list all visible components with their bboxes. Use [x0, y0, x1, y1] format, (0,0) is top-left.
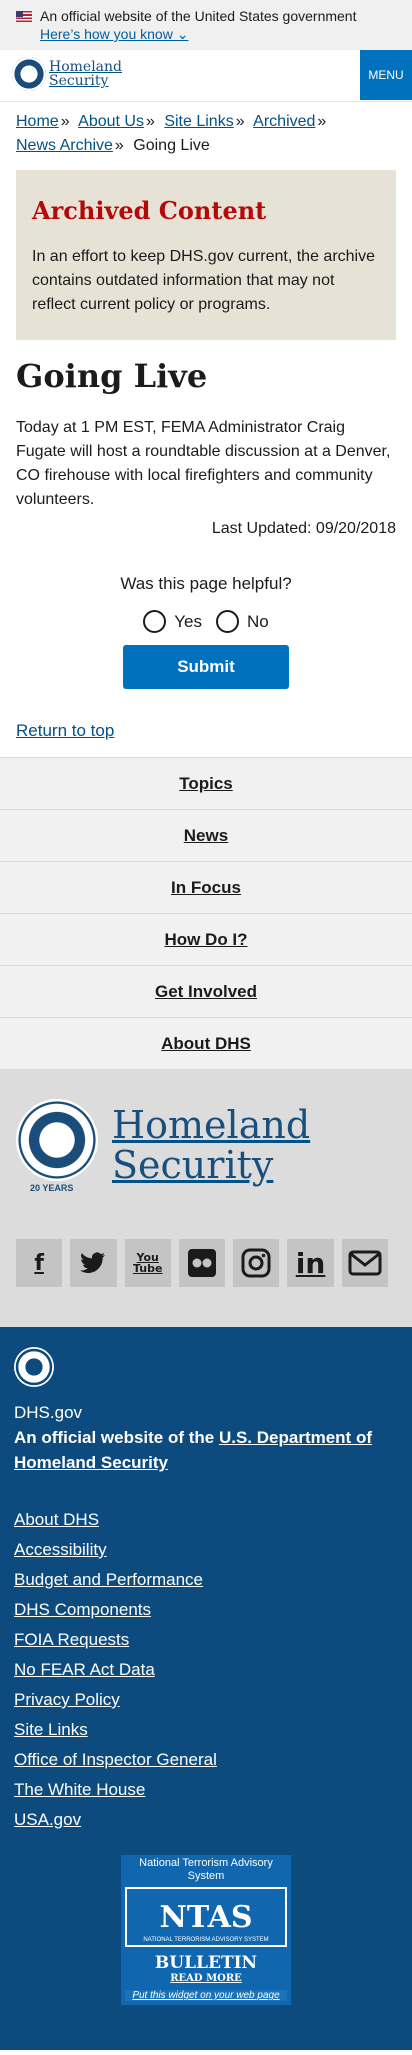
footer-link-foia[interactable]: FOIA Requests — [14, 1625, 398, 1655]
yes-label[interactable]: Yes — [174, 612, 202, 632]
how-you-know-link[interactable]: Here’s how you know ⌄ — [40, 26, 188, 42]
no-radio[interactable] — [216, 610, 239, 633]
footer-link-no-fear[interactable]: No FEAR Act Data — [14, 1655, 398, 1685]
us-flag-icon — [16, 10, 32, 22]
footer-nav: Topics News In Focus How Do I? Get Invol… — [0, 757, 412, 1069]
social-links: f You Tube in — [16, 1239, 396, 1287]
breadcrumb-sep: » — [114, 137, 124, 154]
site-footer: DHS.gov An official website of the U.S. … — [0, 1327, 412, 2050]
seal-years: 20 YEARS — [30, 1183, 74, 1193]
footer-nav-news[interactable]: News — [0, 809, 412, 861]
submit-button[interactable]: Submit — [123, 645, 289, 689]
footer-logo-line1: Homeland — [112, 1103, 311, 1147]
archived-text: In an effort to keep DHS.gov current, th… — [32, 248, 375, 313]
ntas-widget-link[interactable]: Put this widget on your web page — [125, 1990, 287, 2001]
breadcrumb-sep: » — [145, 113, 155, 130]
return-to-top-link[interactable]: Return to top — [16, 721, 396, 741]
instagram-icon[interactable] — [233, 1239, 280, 1287]
logo-line2: Security — [49, 73, 109, 89]
gov-banner-text: An official website of the United States… — [40, 8, 357, 24]
article-body: Today at 1 PM EST, FEMA Administrator Cr… — [16, 419, 391, 508]
footer-nav-how-do-i[interactable]: How Do I? — [0, 913, 412, 965]
feedback-question: Was this page helpful? — [120, 574, 292, 593]
ntas-widget[interactable]: National Terrorism Advisory System NTAS … — [121, 1855, 291, 2005]
ntas-badge-sub: NATIONAL TERRORISM ADVISORY SYSTEM — [143, 1937, 269, 1943]
footer-logo-line2: Security — [112, 1143, 274, 1187]
breadcrumb-sep: » — [60, 113, 70, 130]
footer-link-usa-gov[interactable]: USA.gov — [14, 1805, 398, 1835]
footer-dhs-logo[interactable]: 20 YEARS Homeland Security — [16, 1099, 396, 1193]
footer-link-site-links[interactable]: Site Links — [14, 1715, 398, 1745]
dhs-seal-icon — [14, 1347, 54, 1387]
yes-radio[interactable] — [143, 610, 167, 633]
gov-banner: An official website of the United States… — [0, 0, 412, 50]
twitter-icon[interactable] — [70, 1239, 117, 1287]
breadcrumb-about-us[interactable]: About Us — [78, 113, 144, 130]
footer-nav-get-involved[interactable]: Get Involved — [0, 965, 412, 1017]
breadcrumb-site-links[interactable]: Site Links — [164, 113, 233, 130]
footer-official-text: An official website of the U.S. Departme… — [14, 1428, 372, 1472]
footer-links: About DHS Accessibility Budget and Perfo… — [14, 1505, 398, 1835]
flickr-icon[interactable] — [178, 1239, 226, 1287]
footer-link-about-dhs[interactable]: About DHS — [14, 1505, 398, 1535]
footer-link-oig[interactable]: Office of Inspector General — [14, 1745, 398, 1775]
footer-nav-about-dhs[interactable]: About DHS — [0, 1017, 412, 1069]
site-header: Homeland Security MENU — [0, 50, 412, 102]
footer-link-budget[interactable]: Budget and Performance — [14, 1565, 398, 1595]
dhs-seal-icon — [12, 57, 46, 91]
footer-logo-area: 20 YEARS Homeland Security f You Tube in — [0, 1069, 412, 1327]
breadcrumb-news-archive[interactable]: News Archive — [16, 137, 113, 154]
footer-link-privacy[interactable]: Privacy Policy — [14, 1685, 398, 1715]
breadcrumb-sep: » — [317, 113, 327, 130]
ntas-read-more[interactable]: READ MORE — [125, 1973, 287, 1984]
footer-link-white-house[interactable]: The White House — [14, 1775, 398, 1805]
last-updated: Last Updated: 09/20/2018 — [211, 520, 396, 537]
footer-link-components[interactable]: DHS Components — [14, 1595, 398, 1625]
footer-nav-topics[interactable]: Topics — [0, 757, 412, 809]
footer-site-name: DHS.gov — [14, 1403, 83, 1422]
footer-link-accessibility[interactable]: Accessibility — [14, 1535, 398, 1565]
breadcrumb-home[interactable]: Home — [16, 113, 59, 130]
archived-title: Archived Content — [32, 196, 267, 225]
ntas-bulletin: BULLETIN — [154, 1953, 258, 1973]
linkedin-icon[interactable]: in — [287, 1239, 334, 1287]
email-icon[interactable] — [341, 1239, 388, 1287]
archived-content-notice: Archived Content In an effort to keep DH… — [16, 170, 396, 340]
dhs-logo[interactable]: Homeland Security — [12, 57, 122, 91]
breadcrumb-current: Going Live — [133, 137, 210, 154]
feedback-form: Was this page helpful? Yes No Submit — [0, 574, 412, 689]
menu-button[interactable]: MENU — [360, 50, 412, 100]
no-label[interactable]: No — [247, 612, 269, 632]
ntas-title: National Terrorism Advisory System — [139, 1857, 273, 1882]
facebook-icon[interactable]: f — [16, 1239, 63, 1287]
ntas-badge: NTAS NATIONAL TERRORISM ADVISORY SYSTEM — [125, 1887, 287, 1947]
breadcrumb-sep: » — [235, 113, 245, 130]
breadcrumb-archived[interactable]: Archived — [253, 113, 315, 130]
footer-nav-in-focus[interactable]: In Focus — [0, 861, 412, 913]
youtube-icon[interactable]: You Tube — [124, 1239, 171, 1287]
page-title: Going Live — [16, 357, 208, 395]
breadcrumb: Home» About Us» Site Links» Archived» Ne… — [0, 102, 412, 158]
dhs-seal-20-years-icon: 20 YEARS — [16, 1099, 98, 1193]
